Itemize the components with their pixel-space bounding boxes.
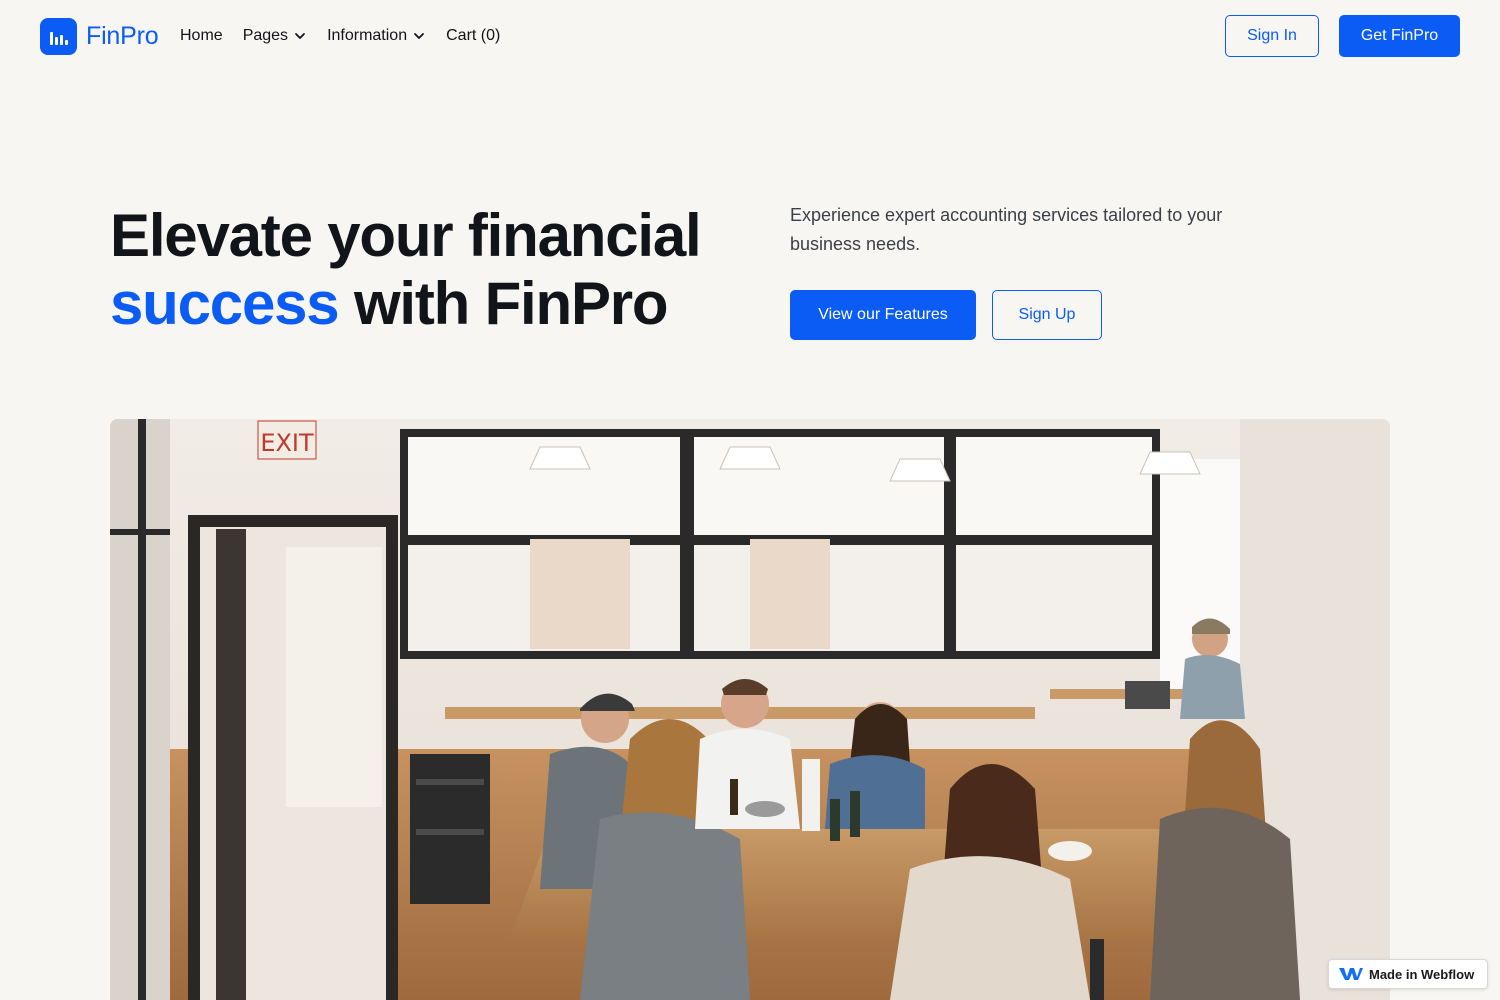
hero-title: Elevate your financial success with FinP… bbox=[110, 202, 750, 338]
get-finpro-button[interactable]: Get FinPro bbox=[1339, 15, 1460, 57]
sign-up-button[interactable]: Sign Up bbox=[992, 290, 1102, 340]
made-in-webflow-badge[interactable]: Made in Webflow bbox=[1328, 959, 1488, 989]
hero-office-photo: EXIT bbox=[110, 419, 1390, 1000]
nav-item-pages[interactable]: Pages bbox=[243, 27, 307, 45]
svg-text:EXIT: EXIT bbox=[260, 429, 314, 457]
nav-item-cart[interactable]: Cart (0) bbox=[446, 27, 500, 45]
brand-logo-link[interactable]: FinPro bbox=[40, 17, 159, 55]
badge-label: Made in Webflow bbox=[1369, 966, 1475, 982]
chevron-down-icon bbox=[295, 33, 305, 39]
brand-name: FinPro bbox=[86, 21, 159, 50]
nav-item-home[interactable]: Home bbox=[180, 27, 223, 45]
sign-in-button[interactable]: Sign In bbox=[1225, 15, 1319, 57]
view-features-button[interactable]: View our Features bbox=[790, 290, 976, 340]
hero-title-line-2: success with FinPro bbox=[110, 270, 750, 338]
hero-title-rest: with FinPro bbox=[338, 270, 669, 337]
hero-title-line-1: Elevate your financial bbox=[110, 202, 702, 269]
chevron-down-icon bbox=[414, 33, 425, 39]
hero-description: Experience expert accounting services ta… bbox=[790, 205, 1223, 254]
nav-item-label: Information bbox=[327, 27, 408, 44]
nav-item-information[interactable]: Information bbox=[327, 27, 426, 45]
nav-menu: Home Pages Information Cart (0) bbox=[180, 24, 500, 48]
bar-chart-icon bbox=[40, 17, 77, 55]
nav-item-label: Home bbox=[180, 27, 223, 44]
hero-title-accent: success bbox=[110, 270, 340, 337]
webflow-logo-icon bbox=[1339, 968, 1363, 980]
nav-item-label: Cart (0) bbox=[446, 27, 501, 44]
navbar: FinPro Home Pages Information Cart (0) S… bbox=[0, 0, 1500, 72]
nav-item-label: Pages bbox=[242, 27, 289, 44]
